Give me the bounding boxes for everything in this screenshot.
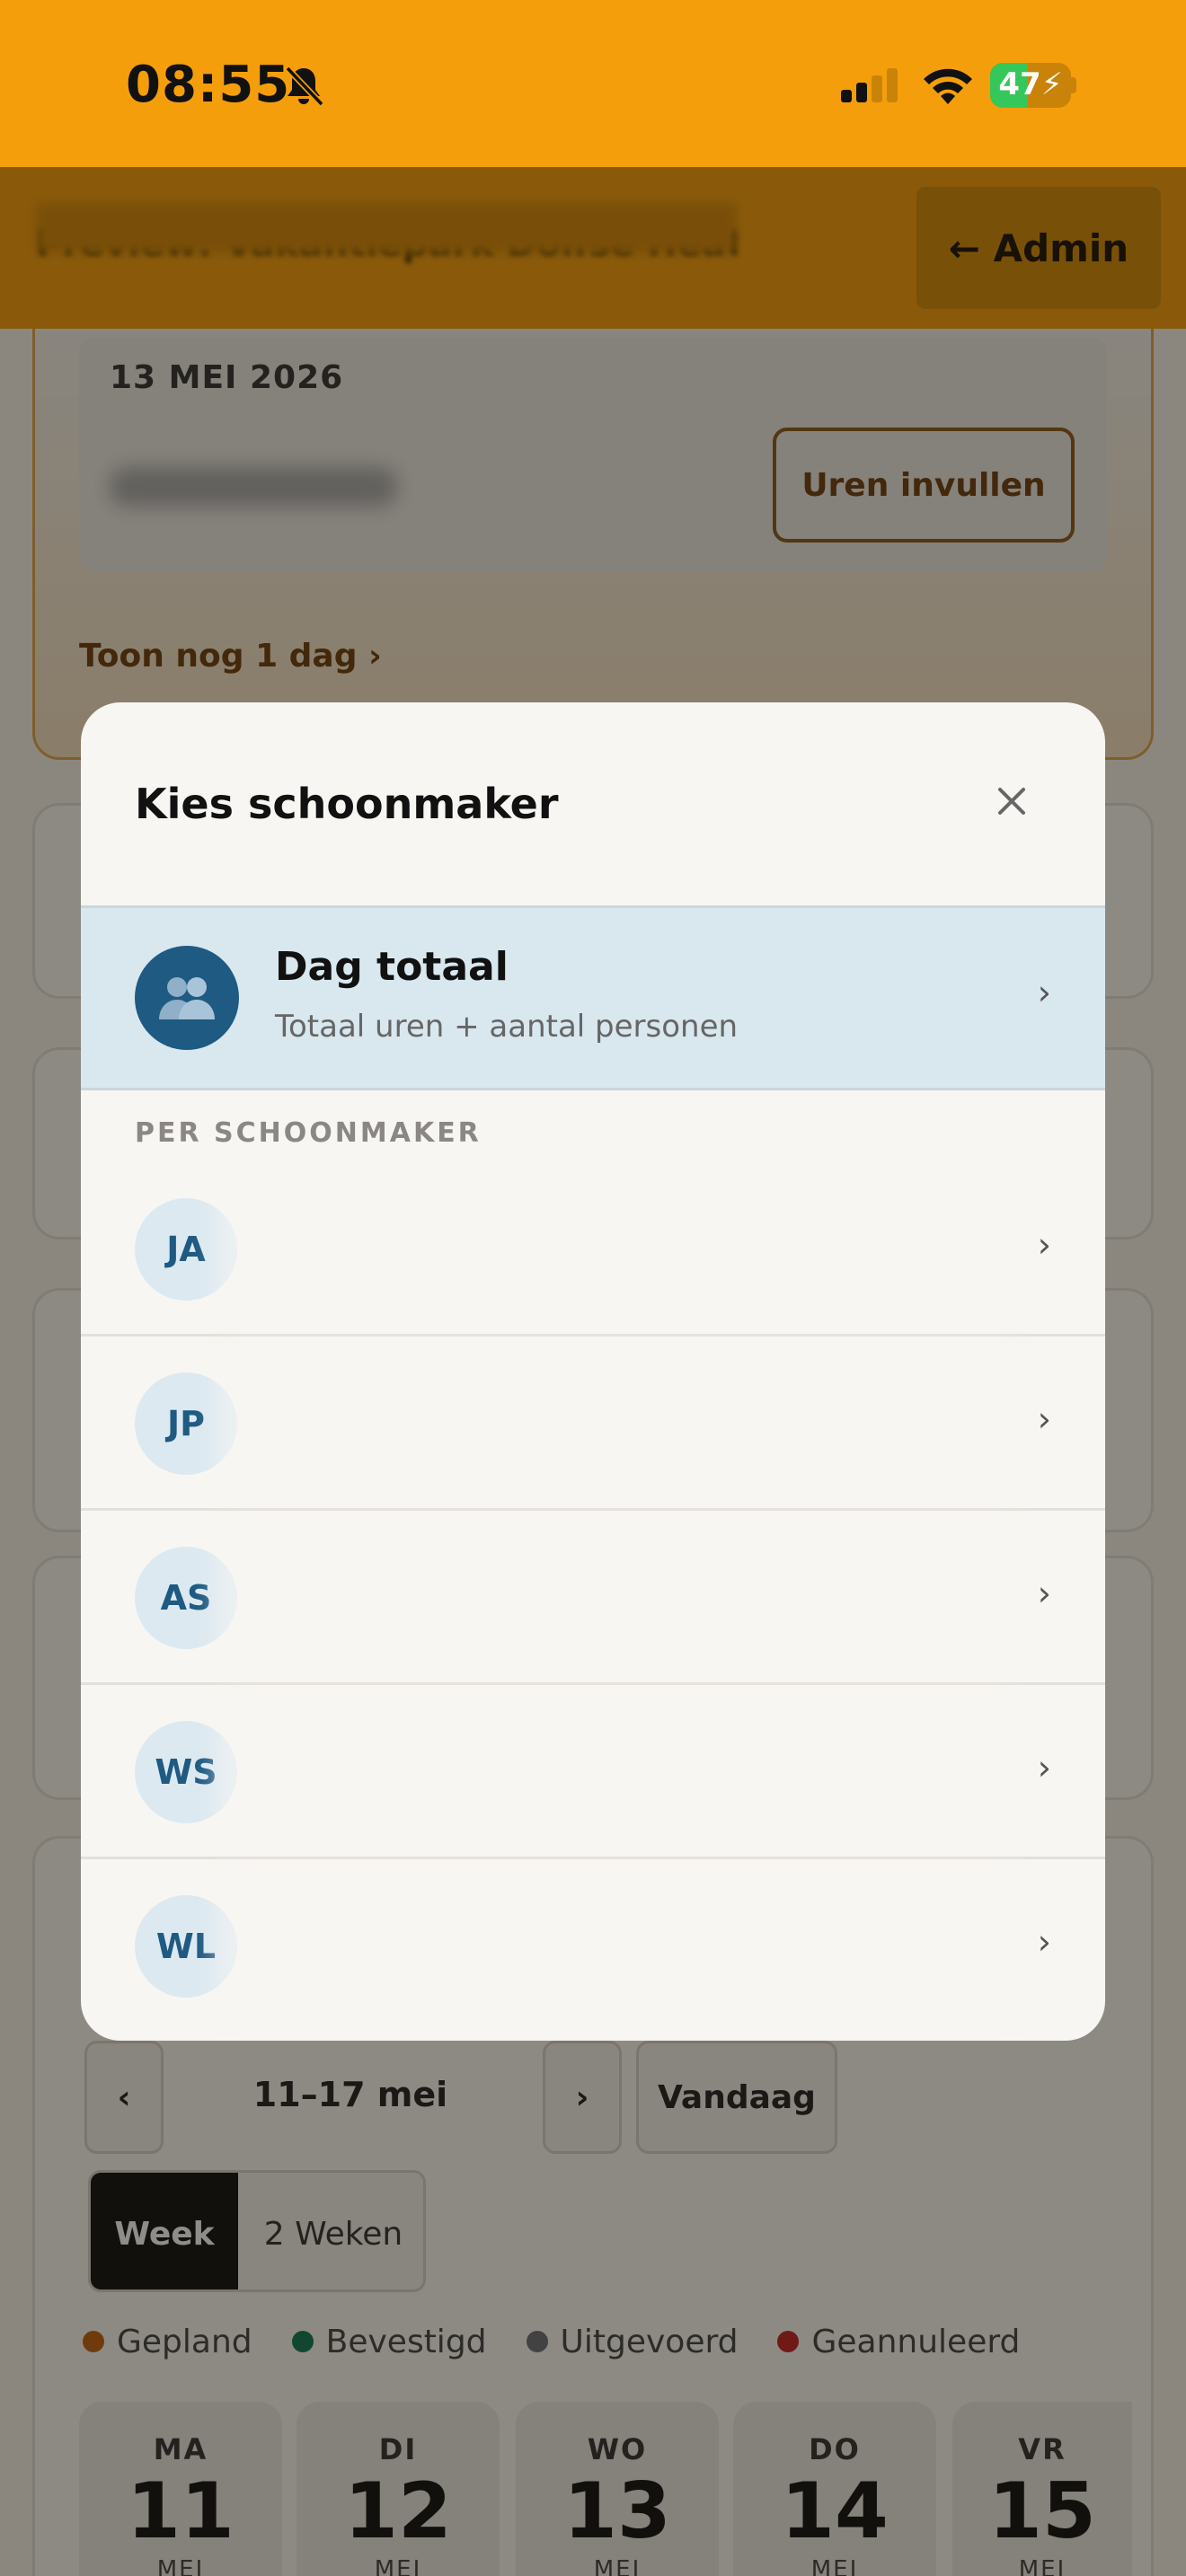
chevron-right-icon: › (1037, 1399, 1051, 1439)
battery-percent: 47 (998, 66, 1041, 102)
cleaner-row[interactable]: JA › (81, 1162, 1105, 1337)
cleaner-row[interactable]: WS › (81, 1685, 1105, 1859)
name-redaction (216, 1872, 1024, 2021)
name-redaction (216, 1349, 1024, 1498)
bell-slash-icon (285, 66, 324, 107)
people-icon (135, 946, 239, 1050)
battery-charging-icon: 47⚡ (990, 63, 1076, 108)
cleaner-row[interactable]: WL › (81, 1859, 1105, 2033)
section-label: PER SCHOONMAKER (135, 1117, 482, 1149)
name-redaction (216, 1523, 1024, 1672)
cleaner-row[interactable]: AS › (81, 1511, 1105, 1685)
day-total-option[interactable]: Dag totaal Totaal uren + aantal personen… (81, 905, 1105, 1090)
close-button[interactable] (985, 774, 1039, 828)
day-total-title: Dag totaal (275, 944, 509, 990)
chevron-right-icon: › (1037, 1922, 1051, 1962)
status-time: 08:55 (126, 56, 291, 114)
chevron-right-icon: › (1037, 1225, 1051, 1265)
signal-icon (841, 68, 898, 102)
chevron-right-icon: › (1037, 973, 1051, 1012)
day-total-subtitle: Totaal uren + aantal personen (275, 1009, 739, 1045)
name-redaction (216, 1175, 1024, 1324)
name-redaction (216, 1698, 1024, 1847)
wifi-icon (924, 68, 972, 104)
chevron-right-icon: › (1037, 1748, 1051, 1787)
status-bar: 08:55 47⚡ (0, 0, 1186, 167)
modal-title: Kies schoonmaker (135, 780, 559, 828)
close-icon (998, 788, 1025, 815)
chevron-right-icon: › (1037, 1574, 1051, 1613)
cleaner-row[interactable]: JP › (81, 1337, 1105, 1511)
choose-cleaner-modal: Kies schoonmaker Dag totaal Totaal uren … (81, 702, 1105, 2041)
